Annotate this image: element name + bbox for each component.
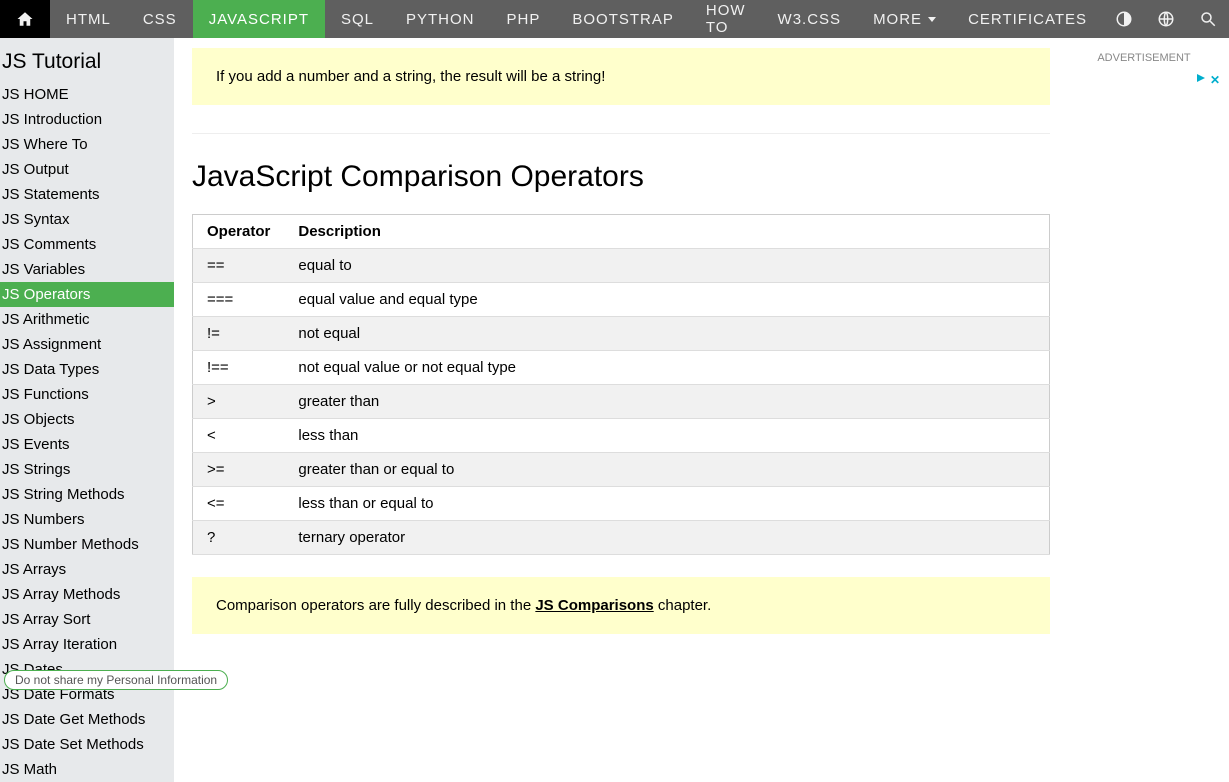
cell-description: greater than: [284, 385, 1049, 419]
cell-operator: <=: [193, 487, 285, 521]
cell-operator: !==: [193, 351, 285, 385]
sidebar-item-js-array-iteration[interactable]: JS Array Iteration: [0, 632, 174, 657]
nav-w3css[interactable]: W3.CSS: [762, 0, 858, 38]
globe-icon[interactable]: [1145, 0, 1187, 38]
sidebar-item-js-array-sort[interactable]: JS Array Sort: [0, 607, 174, 632]
nav-html[interactable]: HTML: [50, 0, 127, 38]
sidebar-item-js-data-types[interactable]: JS Data Types: [0, 357, 174, 382]
table-row: ===equal value and equal type: [193, 283, 1050, 317]
sidebar-item-js-variables[interactable]: JS Variables: [0, 257, 174, 282]
js-comparisons-link[interactable]: JS Comparisons: [535, 597, 653, 614]
sidebar-item-js-date-get-methods[interactable]: JS Date Get Methods: [0, 707, 174, 732]
note-comparisons-link: Comparison operators are fully described…: [192, 577, 1050, 634]
comparison-operators-table: Operator Description ==equal to===equal …: [192, 214, 1050, 555]
sidebar-item-js-number-methods[interactable]: JS Number Methods: [0, 532, 174, 557]
advertisement-label: ADVERTISEMENT: [1064, 52, 1224, 64]
nav-certificates[interactable]: CERTIFICATES: [952, 0, 1103, 38]
sidebar-item-js-output[interactable]: JS Output: [0, 157, 174, 182]
cell-operator: >=: [193, 453, 285, 487]
sidebar-item-js-introduction[interactable]: JS Introduction: [0, 107, 174, 132]
sidebar-item-js-date-set-methods[interactable]: JS Date Set Methods: [0, 732, 174, 757]
caret-down-icon: [928, 17, 936, 22]
table-row: <less than: [193, 419, 1050, 453]
table-row: ?ternary operator: [193, 521, 1050, 555]
cell-description: greater than or equal to: [284, 453, 1049, 487]
cell-description: equal value and equal type: [284, 283, 1049, 317]
table-row: >=greater than or equal to: [193, 453, 1050, 487]
table-row: <=less than or equal to: [193, 487, 1050, 521]
sidebar-item-js-comments[interactable]: JS Comments: [0, 232, 174, 257]
cell-operator: ==: [193, 249, 285, 283]
sidebar-item-js-objects[interactable]: JS Objects: [0, 407, 174, 432]
home-icon[interactable]: [0, 0, 50, 38]
nav-python[interactable]: PYTHON: [390, 0, 491, 38]
sidebar-item-js-syntax[interactable]: JS Syntax: [0, 207, 174, 232]
cell-description: not equal value or not equal type: [284, 351, 1049, 385]
nav-more-label: MORE: [873, 11, 922, 28]
main-content: If you add a number and a string, the re…: [174, 38, 1064, 682]
theme-toggle-icon[interactable]: [1103, 0, 1145, 38]
cell-description: less than or equal to: [284, 487, 1049, 521]
sidebar-item-js-statements[interactable]: JS Statements: [0, 182, 174, 207]
note-string-result: If you add a number and a string, the re…: [192, 48, 1050, 105]
nav-sql[interactable]: SQL: [325, 0, 390, 38]
sidebar-item-js-assignment[interactable]: JS Assignment: [0, 332, 174, 357]
nav-javascript[interactable]: JAVASCRIPT: [193, 0, 325, 38]
right-column: ADVERTISEMENT ✕: [1064, 38, 1224, 64]
sidebar-item-js-functions[interactable]: JS Functions: [0, 382, 174, 407]
section-title: JavaScript Comparison Operators: [192, 160, 1050, 194]
nav-more[interactable]: MORE: [857, 0, 952, 38]
cell-operator: <: [193, 419, 285, 453]
th-operator: Operator: [193, 215, 285, 249]
note-post: chapter.: [654, 597, 712, 614]
cell-operator: ?: [193, 521, 285, 555]
cookie-optout-button[interactable]: Do not share my Personal Information: [4, 670, 228, 690]
sidebar-item-js-home[interactable]: JS HOME: [0, 82, 174, 107]
sidebar-item-js-strings[interactable]: JS Strings: [0, 457, 174, 482]
search-icon[interactable]: [1187, 0, 1229, 38]
note-pre: Comparison operators are fully described…: [216, 597, 535, 614]
sidebar-heading: JS Tutorial: [0, 38, 174, 82]
sidebar-item-js-operators[interactable]: JS Operators: [0, 282, 174, 307]
note-text: If you add a number and a string, the re…: [216, 68, 605, 85]
close-ad-icon[interactable]: ✕: [1210, 73, 1220, 87]
divider: [192, 133, 1050, 134]
sidebar-item-js-events[interactable]: JS Events: [0, 432, 174, 457]
sidebar-item-js-array-methods[interactable]: JS Array Methods: [0, 582, 174, 607]
cell-operator: ===: [193, 283, 285, 317]
table-row: !==not equal value or not equal type: [193, 351, 1050, 385]
nav-css[interactable]: CSS: [127, 0, 193, 38]
adchoices-icon[interactable]: [1195, 72, 1207, 87]
nav-php[interactable]: PHP: [491, 0, 557, 38]
sidebar-item-js-string-methods[interactable]: JS String Methods: [0, 482, 174, 507]
cell-description: ternary operator: [284, 521, 1049, 555]
sidebar-item-js-numbers[interactable]: JS Numbers: [0, 507, 174, 532]
cell-description: equal to: [284, 249, 1049, 283]
cell-operator: >: [193, 385, 285, 419]
nav-howto[interactable]: HOW TO: [690, 0, 762, 38]
table-row: ==equal to: [193, 249, 1050, 283]
cell-description: not equal: [284, 317, 1049, 351]
table-row: !=not equal: [193, 317, 1050, 351]
nav-bootstrap[interactable]: BOOTSTRAP: [556, 0, 690, 38]
cell-operator: !=: [193, 317, 285, 351]
table-row: >greater than: [193, 385, 1050, 419]
top-nav: HTML CSS JAVASCRIPT SQL PYTHON PHP BOOTS…: [0, 0, 1229, 38]
sidebar-item-js-arrays[interactable]: JS Arrays: [0, 557, 174, 582]
sidebar-item-js-where-to[interactable]: JS Where To: [0, 132, 174, 157]
sidebar-item-js-arithmetic[interactable]: JS Arithmetic: [0, 307, 174, 332]
cell-description: less than: [284, 419, 1049, 453]
sidebar-item-js-math[interactable]: JS Math: [0, 757, 174, 782]
th-description: Description: [284, 215, 1049, 249]
